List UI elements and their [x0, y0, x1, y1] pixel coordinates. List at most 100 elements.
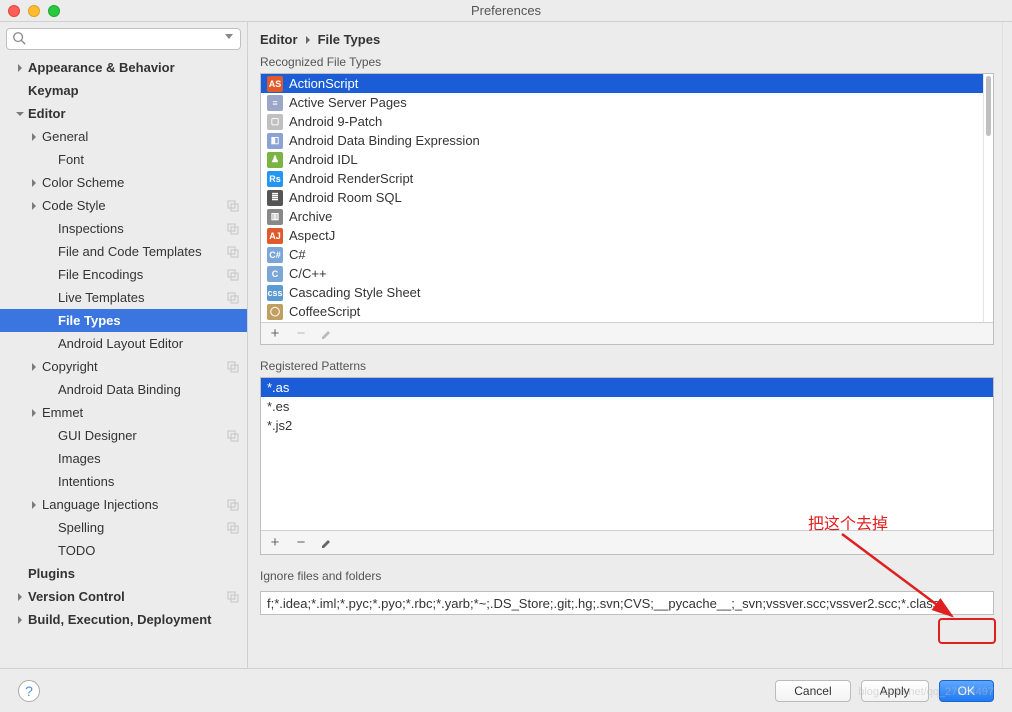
file-type-icon: ▥	[267, 209, 283, 225]
file-type-label: Cascading Style Sheet	[289, 285, 421, 300]
file-type-row[interactable]: RsAndroid RenderScript	[261, 169, 983, 188]
pattern-label: *.as	[267, 380, 289, 395]
expand-arrow-icon[interactable]	[14, 62, 26, 74]
pattern-row[interactable]: *.js2	[261, 416, 993, 435]
breadcrumb-leaf: File Types	[318, 32, 381, 47]
ok-button[interactable]: OK	[939, 680, 994, 702]
file-type-icon: ♟	[267, 152, 283, 168]
file-type-row[interactable]: C#C#	[261, 245, 983, 264]
expand-arrow-icon[interactable]	[28, 499, 40, 511]
sidebar-item-file-and-code-templates[interactable]: File and Code Templates	[0, 240, 247, 263]
help-button[interactable]: ?	[18, 680, 40, 702]
close-icon[interactable]	[8, 5, 20, 17]
sidebar-item-keymap[interactable]: Keymap	[0, 79, 247, 102]
file-type-row[interactable]: ◧Android Data Binding Expression	[261, 131, 983, 150]
sidebar-item-live-templates[interactable]: Live Templates	[0, 286, 247, 309]
sidebar-item-label: Language Injections	[42, 497, 227, 512]
expand-arrow-icon[interactable]	[28, 407, 40, 419]
project-scope-icon	[227, 269, 239, 281]
expand-arrow-icon[interactable]	[14, 108, 26, 120]
sidebar-item-images[interactable]: Images	[0, 447, 247, 470]
sidebar-item-label: File Encodings	[58, 267, 227, 282]
add-button[interactable]: +	[267, 326, 283, 342]
expand-arrow-icon[interactable]	[28, 131, 40, 143]
file-type-row[interactable]: ≡Active Server Pages	[261, 93, 983, 112]
add-button[interactable]: +	[267, 535, 283, 551]
sidebar-item-spelling[interactable]: Spelling	[0, 516, 247, 539]
annotation-text: 把这个去掉	[808, 510, 888, 534]
expand-arrow-icon[interactable]	[28, 177, 40, 189]
ignore-label: Ignore files and folders	[260, 569, 994, 583]
expand-arrow-icon	[44, 430, 56, 442]
project-scope-icon	[227, 591, 239, 603]
edit-button[interactable]	[319, 535, 335, 551]
expand-arrow-icon	[14, 85, 26, 97]
sidebar-item-code-style[interactable]: Code Style	[0, 194, 247, 217]
sidebar-item-inspections[interactable]: Inspections	[0, 217, 247, 240]
expand-arrow-icon	[44, 453, 56, 465]
sidebar-item-emmet[interactable]: Emmet	[0, 401, 247, 424]
sidebar-item-android-layout-editor[interactable]: Android Layout Editor	[0, 332, 247, 355]
scrollbar[interactable]	[983, 74, 993, 322]
expand-arrow-icon	[44, 246, 56, 258]
sidebar-item-file-encodings[interactable]: File Encodings	[0, 263, 247, 286]
sidebar-item-android-data-binding[interactable]: Android Data Binding	[0, 378, 247, 401]
file-type-label: ActionScript	[289, 76, 358, 91]
settings-tree[interactable]: Appearance & Behavior Keymap EditorGeneral…	[0, 56, 247, 668]
sidebar-item-gui-designer[interactable]: GUI Designer	[0, 424, 247, 447]
sidebar-item-language-injections[interactable]: Language Injections	[0, 493, 247, 516]
file-type-row[interactable]: ◯CoffeeScript	[261, 302, 983, 321]
sidebar-item-appearance-behavior[interactable]: Appearance & Behavior	[0, 56, 247, 79]
remove-button[interactable]: −	[293, 535, 309, 551]
minimize-icon[interactable]	[28, 5, 40, 17]
expand-arrow-icon[interactable]	[14, 591, 26, 603]
apply-button[interactable]: Apply	[861, 680, 929, 702]
search-input[interactable]	[6, 28, 241, 50]
file-type-row[interactable]: ≣Android Room SQL	[261, 188, 983, 207]
sidebar-item-build-execution-deployment[interactable]: Build, Execution, Deployment	[0, 608, 247, 631]
titlebar: Preferences	[0, 0, 1012, 22]
file-type-row[interactable]: AS ActionScript	[261, 74, 983, 93]
sidebar-item-general[interactable]: General	[0, 125, 247, 148]
edit-button[interactable]	[319, 326, 335, 342]
file-type-row[interactable]: ▥ Archive	[261, 207, 983, 226]
file-type-row[interactable]: cssCascading Style Sheet	[261, 283, 983, 302]
file-type-row[interactable]: ♟Android IDL	[261, 150, 983, 169]
file-type-label: Archive	[289, 209, 332, 224]
expand-arrow-icon	[14, 568, 26, 580]
project-scope-icon	[227, 200, 239, 212]
sidebar-item-intentions[interactable]: Intentions	[0, 470, 247, 493]
file-type-icon: AS	[267, 76, 283, 92]
file-type-icon: C	[267, 266, 283, 282]
sidebar-item-label: Keymap	[28, 83, 247, 98]
ignore-files-input[interactable]	[260, 591, 994, 615]
sidebar-item-plugins[interactable]: Plugins	[0, 562, 247, 585]
file-type-row[interactable]: ▢Android 9-Patch	[261, 112, 983, 131]
search-dropdown-icon[interactable]	[225, 34, 233, 39]
zoom-icon[interactable]	[48, 5, 60, 17]
sidebar: Appearance & Behavior Keymap EditorGeneral…	[0, 22, 248, 668]
sidebar-item-color-scheme[interactable]: Color Scheme	[0, 171, 247, 194]
sidebar-item-label: Emmet	[42, 405, 247, 420]
sidebar-item-version-control[interactable]: Version Control	[0, 585, 247, 608]
file-type-icon: AJ	[267, 228, 283, 244]
cancel-button[interactable]: Cancel	[775, 680, 850, 702]
sidebar-item-font[interactable]: Font	[0, 148, 247, 171]
content-scrollbar[interactable]	[1002, 22, 1012, 668]
sidebar-item-editor[interactable]: Editor	[0, 102, 247, 125]
file-type-row[interactable]: AJAspectJ	[261, 226, 983, 245]
file-type-icon: ≡	[267, 95, 283, 111]
expand-arrow-icon[interactable]	[28, 200, 40, 212]
remove-button[interactable]: −	[293, 326, 309, 342]
sidebar-item-todo[interactable]: TODO	[0, 539, 247, 562]
expand-arrow-icon[interactable]	[14, 614, 26, 626]
sidebar-item-label: Version Control	[28, 589, 227, 604]
expand-arrow-icon[interactable]	[28, 361, 40, 373]
sidebar-item-file-types[interactable]: File Types	[0, 309, 247, 332]
file-type-row[interactable]: CC/C++	[261, 264, 983, 283]
recognized-file-types-list[interactable]: AS ActionScript ≡Active Server Pages▢Andro…	[260, 73, 994, 345]
recognized-label: Recognized File Types	[260, 55, 994, 69]
pattern-row[interactable]: *.as	[261, 378, 993, 397]
sidebar-item-copyright[interactable]: Copyright	[0, 355, 247, 378]
pattern-row[interactable]: *.es	[261, 397, 993, 416]
